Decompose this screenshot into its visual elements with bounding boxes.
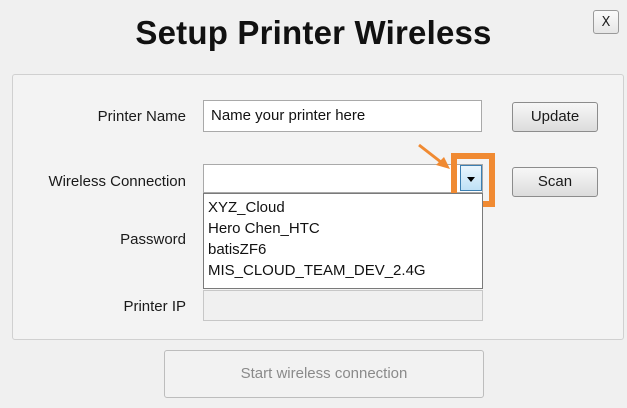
close-button[interactable]: X — [593, 10, 619, 34]
dialog-title: Setup Printer Wireless — [135, 14, 492, 51]
scan-button[interactable]: Scan — [512, 167, 598, 197]
start-wireless-connection-button[interactable]: Start wireless connection — [164, 350, 484, 398]
printer-ip-input[interactable] — [203, 290, 483, 321]
printer-name-input[interactable]: Name your printer here — [203, 100, 482, 132]
printer-ip-label: Printer IP — [123, 298, 186, 315]
setup-printer-dialog: Setup Printer Wireless X Printer Name Na… — [0, 0, 627, 408]
wifi-option[interactable]: MIS_CLOUD_TEAM_DEV_2.4G — [204, 260, 482, 281]
wifi-dropdown-list: XYZ_Cloud Hero Chen_HTC batisZF6 MIS_CLO… — [203, 193, 483, 289]
wireless-connection-label: Wireless Connection — [48, 173, 186, 190]
pointer-arrow-icon — [418, 143, 450, 169]
update-button[interactable]: Update — [512, 102, 598, 132]
wifi-option[interactable]: Hero Chen_HTC — [204, 218, 482, 239]
password-label: Password — [120, 231, 186, 248]
printer-name-label: Printer Name — [97, 108, 186, 125]
wifi-option[interactable]: XYZ_Cloud — [204, 197, 482, 218]
wifi-option[interactable]: batisZF6 — [204, 239, 482, 260]
